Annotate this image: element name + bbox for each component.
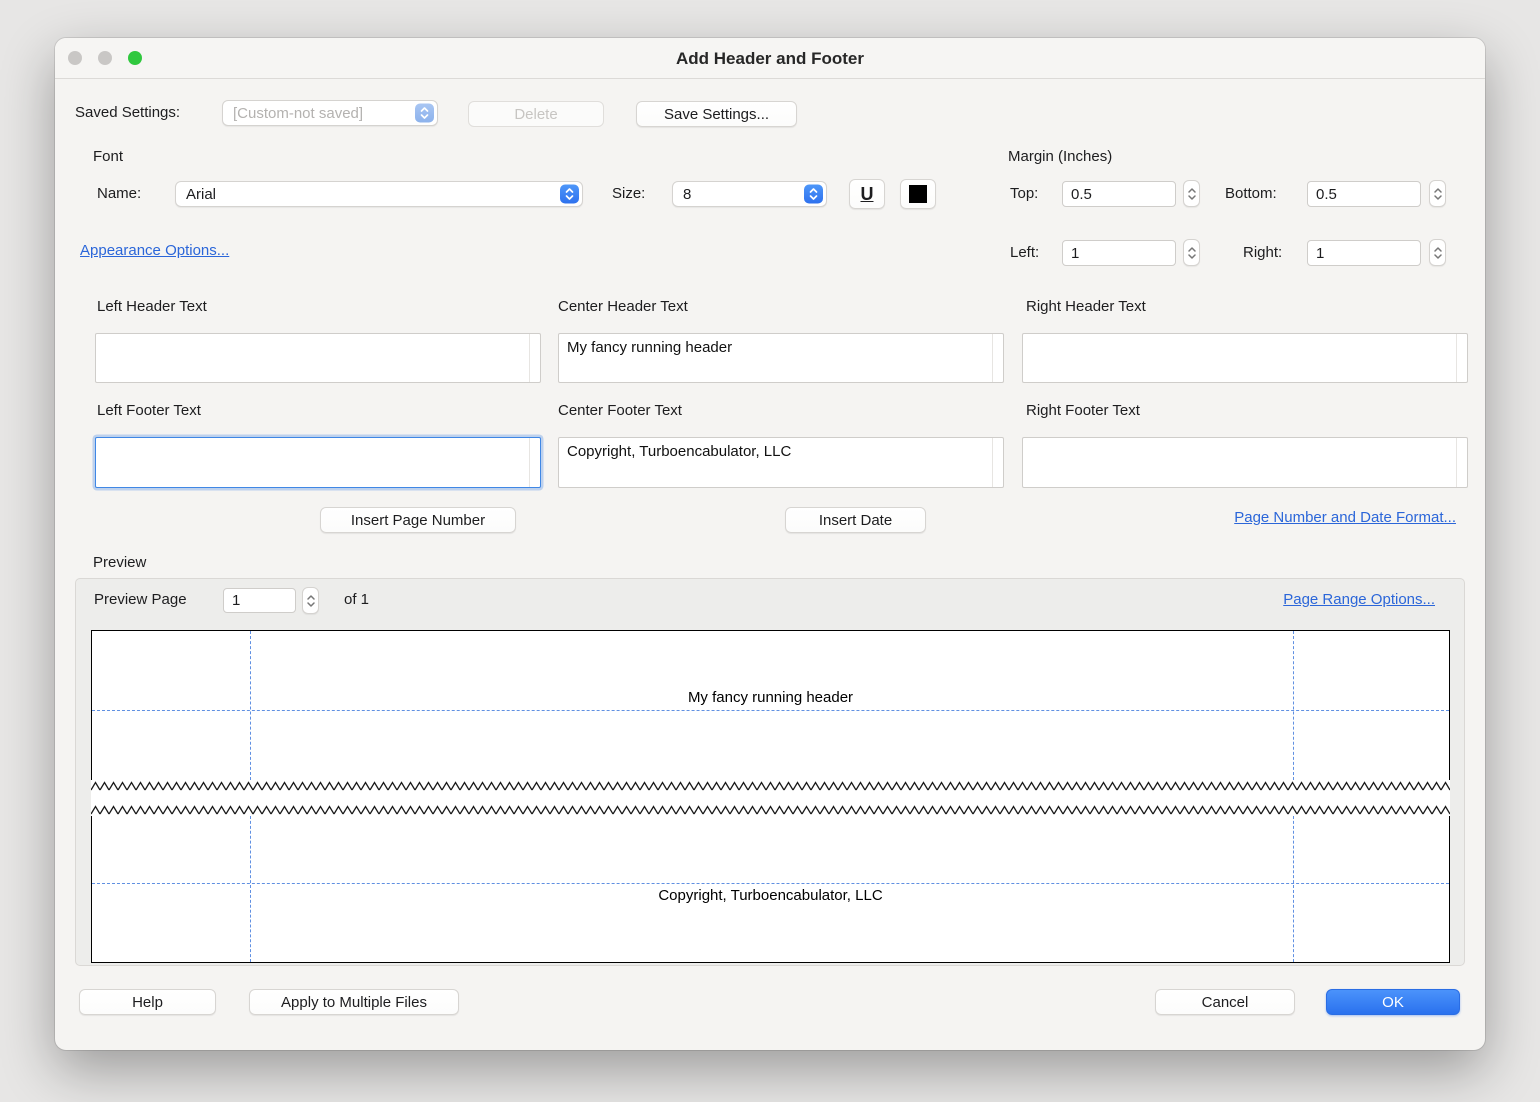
left-footer-label: Left Footer Text bbox=[97, 401, 201, 421]
right-header-textbox[interactable] bbox=[1022, 333, 1468, 383]
margin-left-stepper[interactable] bbox=[1183, 239, 1200, 266]
chevron-up-down-icon bbox=[1187, 245, 1197, 261]
preview-section-label: Preview bbox=[93, 553, 146, 573]
margin-left-label: Left: bbox=[1010, 240, 1039, 266]
preview-page-input[interactable] bbox=[223, 588, 296, 613]
right-footer-textbox[interactable] bbox=[1022, 437, 1468, 488]
saved-settings-dropdown[interactable]: [Custom-not saved] bbox=[222, 100, 438, 126]
footer-margin-guide bbox=[92, 883, 1449, 884]
left-header-label: Left Header Text bbox=[97, 297, 207, 317]
page-number-date-format-link[interactable]: Page Number and Date Format... bbox=[1234, 509, 1456, 526]
header-margin-guide bbox=[92, 710, 1449, 711]
insert-date-button[interactable]: Insert Date bbox=[785, 507, 926, 533]
font-name-dropdown[interactable]: Arial bbox=[175, 181, 583, 207]
save-settings-button[interactable]: Save Settings... bbox=[636, 101, 797, 127]
margin-right-stepper[interactable] bbox=[1429, 239, 1446, 266]
font-name-label: Name: bbox=[97, 181, 141, 207]
font-section-label: Font bbox=[93, 147, 123, 167]
preview-page-bottom: Copyright, Turboencabulator, LLC bbox=[91, 816, 1450, 963]
left-header-textbox[interactable] bbox=[95, 333, 541, 383]
window-title: Add Header and Footer bbox=[55, 38, 1485, 79]
cancel-button[interactable]: Cancel bbox=[1155, 989, 1295, 1015]
preview-header-text: My fancy running header bbox=[92, 689, 1449, 706]
textbox-scrollbar-track bbox=[529, 334, 540, 382]
underline-icon: U bbox=[861, 184, 874, 205]
ok-button[interactable]: OK bbox=[1326, 989, 1460, 1015]
textbox-scrollbar-track bbox=[1456, 438, 1467, 487]
help-button[interactable]: Help bbox=[79, 989, 216, 1015]
font-name-value: Arial bbox=[186, 186, 216, 203]
page-tear-zigzag-bottom bbox=[91, 804, 1450, 816]
page-tear-zigzag-top bbox=[91, 780, 1450, 792]
margin-top-stepper[interactable] bbox=[1183, 180, 1200, 207]
margin-right-label: Right: bbox=[1243, 240, 1282, 266]
center-header-text: My fancy running header bbox=[567, 339, 988, 356]
font-size-dropdown[interactable]: 8 bbox=[672, 181, 827, 207]
textbox-scrollbar-track bbox=[992, 334, 1003, 382]
font-color-button[interactable] bbox=[900, 179, 936, 209]
textbox-scrollbar-track bbox=[1456, 334, 1467, 382]
margin-bottom-stepper[interactable] bbox=[1429, 180, 1446, 207]
preview-page-count-label: of 1 bbox=[344, 587, 369, 613]
chevron-up-down-icon bbox=[306, 593, 316, 609]
page-range-options-link[interactable]: Page Range Options... bbox=[1283, 591, 1435, 608]
chevron-up-down-icon bbox=[1187, 186, 1197, 202]
preview-page-stepper[interactable] bbox=[302, 587, 319, 614]
margin-right-input[interactable] bbox=[1307, 240, 1421, 266]
center-footer-label: Center Footer Text bbox=[558, 401, 682, 421]
chevron-up-down-icon bbox=[804, 185, 823, 204]
margin-top-label: Top: bbox=[1010, 181, 1038, 207]
insert-page-number-button[interactable]: Insert Page Number bbox=[320, 507, 516, 533]
margin-left-input[interactable] bbox=[1062, 240, 1176, 266]
font-size-label: Size: bbox=[612, 181, 645, 207]
font-size-value: 8 bbox=[683, 186, 691, 203]
underline-button[interactable]: U bbox=[849, 179, 885, 209]
left-footer-textbox[interactable] bbox=[95, 437, 541, 488]
saved-settings-value: [Custom-not saved] bbox=[233, 105, 363, 122]
textbox-scrollbar-track bbox=[992, 438, 1003, 487]
margin-section-label: Margin (Inches) bbox=[1008, 147, 1112, 167]
textbox-scrollbar-track bbox=[529, 438, 540, 487]
center-header-textbox[interactable]: My fancy running header bbox=[558, 333, 1004, 383]
chevron-up-down-icon bbox=[1433, 245, 1443, 261]
right-footer-label: Right Footer Text bbox=[1026, 401, 1140, 421]
black-color-swatch-icon bbox=[909, 185, 927, 203]
right-header-label: Right Header Text bbox=[1026, 297, 1146, 317]
preview-page-label: Preview Page bbox=[94, 587, 187, 613]
chevron-up-down-icon bbox=[560, 185, 579, 204]
center-footer-text: Copyright, Turboencabulator, LLC bbox=[567, 443, 988, 460]
margin-bottom-label: Bottom: bbox=[1225, 181, 1277, 207]
delete-button[interactable]: Delete bbox=[468, 101, 604, 127]
center-header-label: Center Header Text bbox=[558, 297, 688, 317]
preview-footer-text: Copyright, Turboencabulator, LLC bbox=[92, 887, 1449, 904]
margin-top-input[interactable] bbox=[1062, 181, 1176, 207]
preview-groupbox: Preview Page of 1 Page Range Options... … bbox=[75, 578, 1465, 966]
add-header-footer-dialog: Add Header and Footer Saved Settings: [C… bbox=[55, 38, 1485, 1050]
margin-bottom-input[interactable] bbox=[1307, 181, 1421, 207]
preview-page-top: My fancy running header bbox=[91, 630, 1450, 780]
saved-settings-label: Saved Settings: bbox=[75, 100, 180, 126]
chevron-up-down-icon bbox=[1433, 186, 1443, 202]
center-footer-textbox[interactable]: Copyright, Turboencabulator, LLC bbox=[558, 437, 1004, 488]
chevron-up-down-icon bbox=[415, 104, 434, 123]
appearance-options-link[interactable]: Appearance Options... bbox=[80, 242, 229, 259]
apply-to-multiple-files-button[interactable]: Apply to Multiple Files bbox=[249, 989, 459, 1015]
titlebar: Add Header and Footer bbox=[55, 38, 1485, 79]
preview-page: My fancy running header Copyright, Turbo… bbox=[91, 630, 1450, 963]
